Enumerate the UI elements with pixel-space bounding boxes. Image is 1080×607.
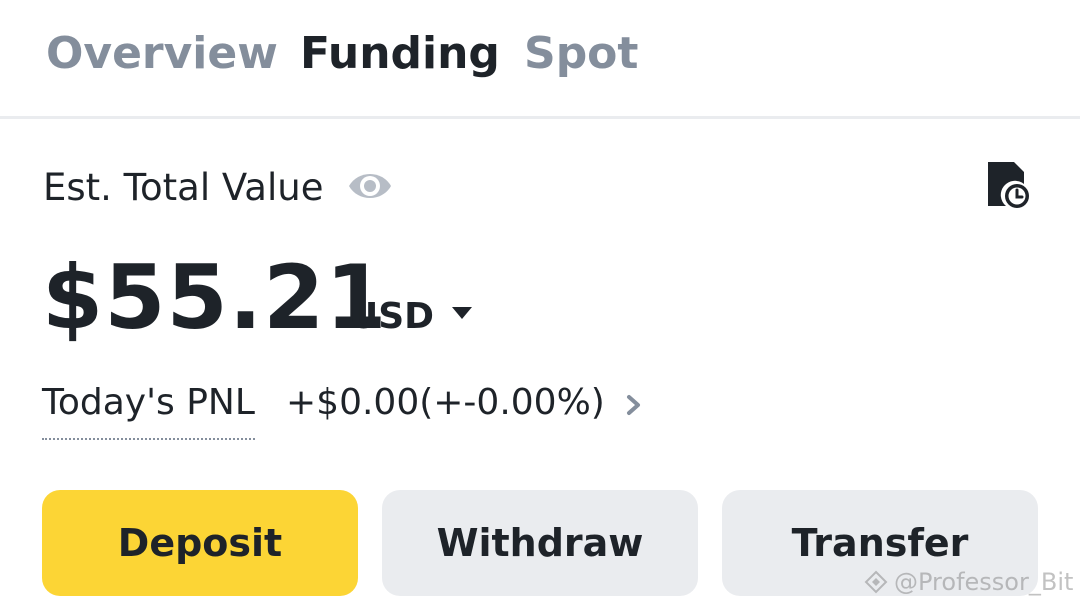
withdraw-button[interactable]: Withdraw	[382, 490, 698, 596]
watermark: @Professor_Bit	[864, 568, 1073, 596]
tab-spot[interactable]: Spot	[524, 26, 638, 82]
currency-selector[interactable]: USD	[349, 293, 473, 341]
pnl-label[interactable]: Today's PNL	[42, 378, 255, 440]
diamond-logo-icon	[864, 570, 888, 594]
history-icon[interactable]	[984, 160, 1032, 212]
tab-funding[interactable]: Funding	[300, 26, 500, 82]
pnl-value[interactable]: +$0.00(+-0.00%)	[286, 378, 605, 428]
tab-bar: Overview Funding Spot	[0, 0, 1080, 119]
est-total-value-label: Est. Total Value	[43, 166, 324, 209]
tab-overview[interactable]: Overview	[46, 26, 278, 82]
caret-down-icon	[452, 307, 473, 319]
total-balance-amount: $55.21	[42, 246, 388, 349]
eye-icon[interactable]	[346, 166, 394, 206]
chevron-right-icon[interactable]	[622, 390, 646, 420]
deposit-button[interactable]: Deposit	[42, 490, 358, 596]
currency-label: USD	[349, 296, 435, 337]
watermark-text: @Professor_Bit	[894, 568, 1074, 596]
